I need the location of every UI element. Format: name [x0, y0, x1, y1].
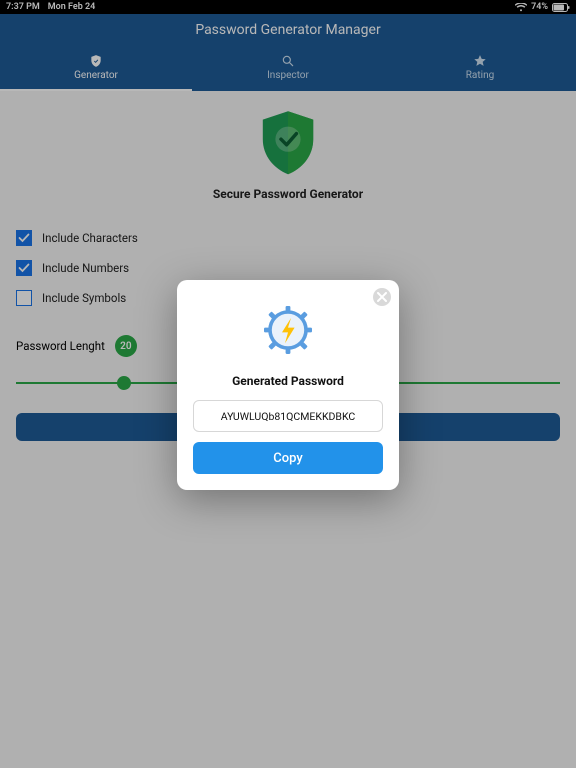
- copy-button[interactable]: Copy: [193, 442, 383, 474]
- generated-password-modal: Generated Password AYUWLUQb81QCMEKKDBKC …: [177, 280, 399, 490]
- gear-bolt-icon: [193, 300, 383, 360]
- close-icon: [377, 292, 387, 302]
- generated-password-field[interactable]: AYUWLUQb81QCMEKKDBKC: [193, 400, 383, 432]
- close-button[interactable]: [373, 288, 391, 306]
- modal-title: Generated Password: [193, 374, 383, 388]
